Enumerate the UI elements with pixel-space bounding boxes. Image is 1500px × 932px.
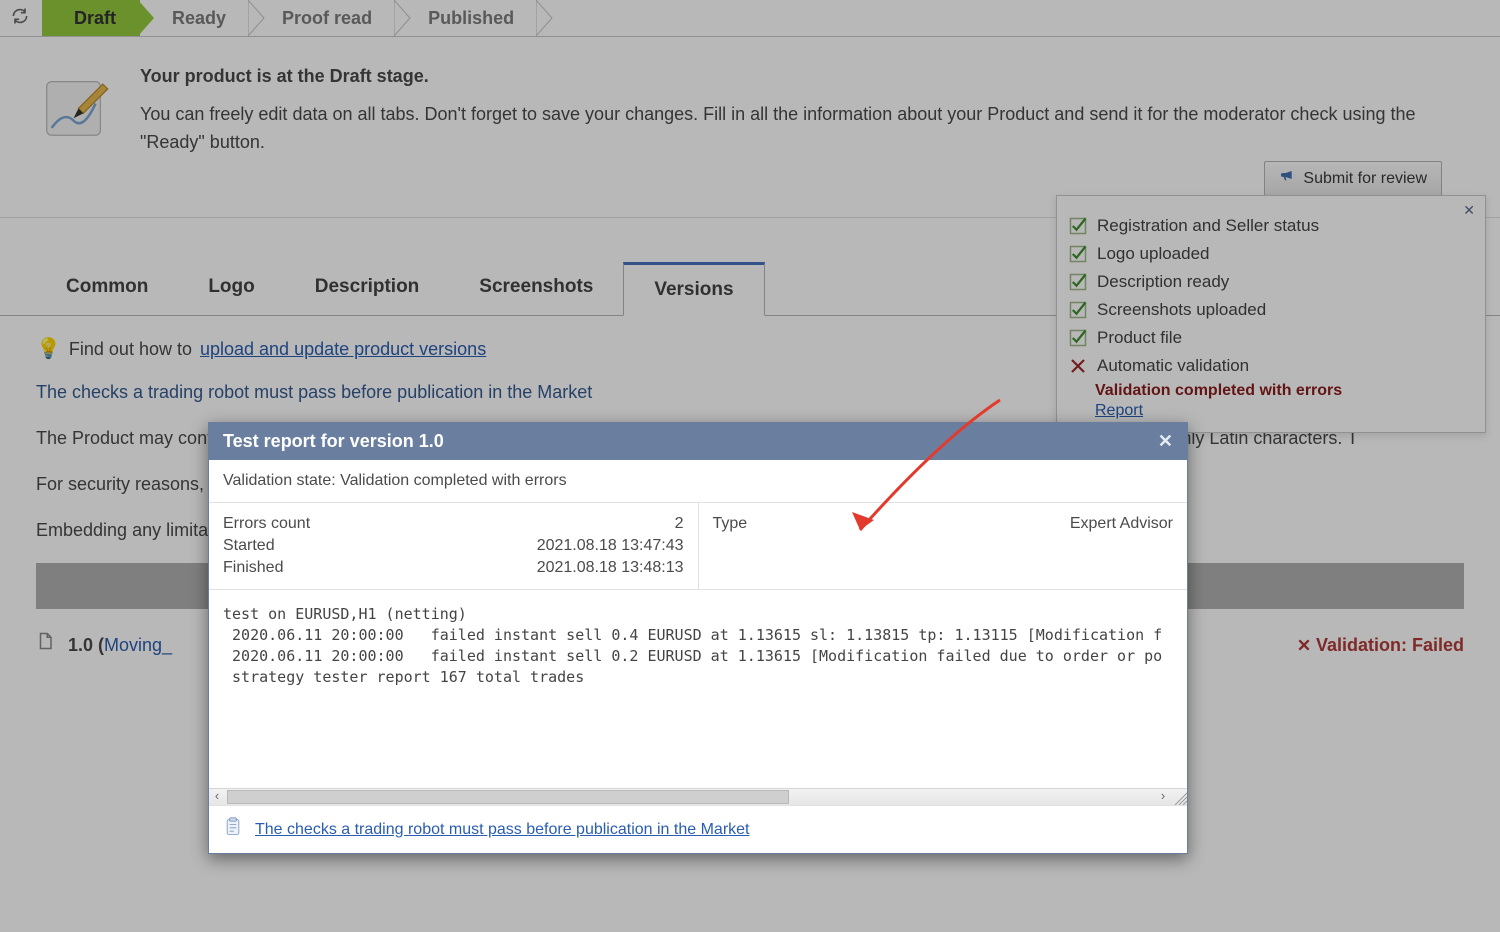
review-item: Logo uploaded [1069,240,1469,268]
tab-label: Logo [208,276,254,297]
check-icon [1069,245,1087,263]
scrollbar[interactable]: ‹ › [209,788,1187,805]
tab-screenshots[interactable]: Screenshots [449,262,623,315]
checks-link-text: The checks a trading robot must pass bef… [36,382,592,402]
scroll-right-icon[interactable]: › [1155,789,1171,805]
clipboard-icon [223,816,243,843]
review-item-label: Registration and Seller status [1097,216,1319,236]
footer-link[interactable]: The checks a trading robot must pass bef… [255,821,749,839]
status-bar: Draft Ready Proof read Published [0,0,1500,37]
tab-label: Versions [654,279,733,300]
note-body: You can freely edit data on all tabs. Do… [140,101,1464,157]
modal-footer: The checks a trading robot must pass bef… [209,805,1187,853]
tab-description[interactable]: Description [285,262,450,315]
version-name: Moving_ [104,635,172,655]
review-item: Registration and Seller status [1069,212,1469,240]
tab-versions[interactable]: Versions [623,262,764,316]
x-icon [1069,357,1087,375]
modal-col-right: Type Expert Advisor [699,503,1188,589]
hint-link[interactable]: upload and update product versions [200,336,486,364]
review-item-label: Product file [1097,328,1182,348]
tab-label: Screenshots [479,276,593,297]
tab-logo[interactable]: Logo [178,262,284,315]
submit-for-review-button[interactable]: Submit for review [1264,161,1442,198]
stage-label: Published [428,8,514,28]
tab-label: Description [315,276,420,297]
resize-grip-icon[interactable] [1171,789,1187,805]
stage-draft[interactable]: Draft [42,0,140,36]
review-item: Description ready [1069,268,1469,296]
validation-status-text: Validation: Failed [1316,635,1464,655]
review-item-label: Description ready [1097,272,1229,292]
review-panel: ✕ Registration and Seller status Logo up… [1056,195,1486,433]
hint-prefix: Find out how to [69,336,192,364]
bulb-icon: 💡 [36,334,61,365]
review-item-fail: Automatic validation [1069,352,1469,380]
modal-header: Test report for version 1.0 ✕ [209,423,1187,460]
value: 2 [675,515,684,533]
close-icon[interactable]: ✕ [1158,431,1173,452]
modal-title: Test report for version 1.0 [223,431,444,452]
stage-label: Draft [74,8,116,28]
value: Expert Advisor [1070,515,1173,533]
scroll-thumb[interactable] [227,790,789,804]
note-text: Your product is at the Draft stage. You … [140,63,1464,197]
label: Finished [223,559,283,577]
check-icon [1069,273,1087,291]
check-icon [1069,329,1087,347]
review-item-label: Screenshots uploaded [1097,300,1266,320]
review-item: Screenshots uploaded [1069,296,1469,324]
modal-state: Validation state: Validation completed w… [209,460,1187,503]
submit-label: Submit for review [1303,167,1427,192]
label: Type [713,515,748,533]
note-title: Your product is at the Draft stage. [140,63,1464,91]
report-link[interactable]: Report [1095,400,1469,420]
validation-status: Validation: Failed [1297,632,1464,660]
note-icon [36,63,116,149]
review-item-label: Logo uploaded [1097,244,1210,264]
page: Draft Ready Proof read Published [0,0,1500,932]
stage-ready[interactable]: Ready [140,0,250,36]
note-box: Your product is at the Draft stage. You … [0,37,1500,218]
stage-row: Draft Ready Proof read Published [42,0,538,36]
refresh-icon[interactable] [10,6,30,31]
review-item: Product file [1069,324,1469,352]
version-number: 1.0 ( [68,635,104,655]
check-icon [1069,301,1087,319]
validation-error-text: Validation completed with errors [1095,380,1469,400]
value: 2021.08.18 13:48:13 [537,559,684,577]
modal-summary: Errors count 2 Started 2021.08.18 13:47:43… [209,503,1187,590]
review-item-label: Automatic validation [1097,356,1249,376]
label: Started [223,537,275,555]
check-icon [1069,217,1087,235]
stage-proof[interactable]: Proof read [250,0,396,36]
file-icon [36,631,54,660]
stage-label: Ready [172,8,226,28]
tab-common[interactable]: Common [36,262,178,315]
label: Errors count [223,515,310,533]
stage-label: Proof read [282,8,372,28]
close-icon[interactable]: ✕ [1463,202,1475,219]
megaphone-icon [1279,167,1295,192]
scroll-left-icon[interactable]: ‹ [209,789,225,805]
tab-label: Common [66,276,148,297]
stage-published[interactable]: Published [396,0,538,36]
value: 2021.08.18 13:47:43 [537,537,684,555]
test-report-modal: Test report for version 1.0 ✕ Validation… [208,422,1188,854]
log-output[interactable]: test on EURUSD,H1 (netting) 2020.06.11 2… [209,590,1187,788]
modal-col-left: Errors count 2 Started 2021.08.18 13:47:43… [209,503,699,589]
